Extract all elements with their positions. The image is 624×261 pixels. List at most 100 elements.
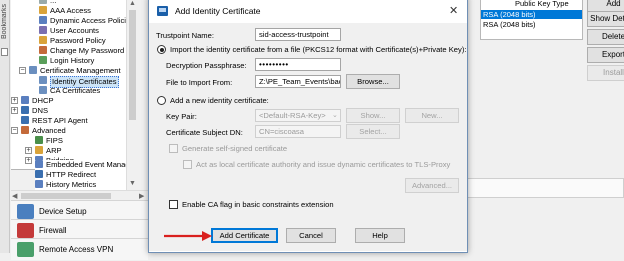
collapse-icon[interactable]: − [19,67,26,74]
advanced-button[interactable]: Advanced... [405,178,459,193]
tree-item-dhcp[interactable]: DHCP [21,96,54,106]
tree-item-identity-certificates[interactable]: Identity Certificates [39,76,119,88]
tree-item-label: HTTP Redirect [46,170,97,179]
expand-icon[interactable]: + [25,157,32,164]
key-pair-select[interactable]: <Default-RSA-Key> [255,109,341,122]
trustpoint-label: Trustpoint Name: [156,31,214,40]
tree-item-user-accounts[interactable]: User Accounts [39,26,99,36]
close-icon[interactable]: ✕ [449,4,458,17]
add-new-radio-label: Add a new identity certificate: [170,96,269,105]
tree-item-label: Certificate Management [40,66,121,75]
expand-icon[interactable]: + [25,147,32,154]
navigation-tree: ... AAA Access Dynamic Access Policies U… [11,0,137,170]
certificate-window-icon [157,6,168,16]
cancel-button[interactable]: Cancel [286,228,336,243]
tree-item-history-metrics[interactable]: History Metrics [35,180,135,190]
bookmarks-toggle-icon[interactable] [1,48,8,56]
scroll-thumb[interactable] [21,193,111,199]
delete-button[interactable]: Delete [587,29,624,45]
tree-item-login-history[interactable]: Login History [39,56,94,66]
column-header-public-key-type[interactable]: Public Key Type [481,0,582,9]
key-pair-label: Key Pair: [166,112,197,121]
tree-item-certificate-management[interactable]: Certificate Management [29,66,121,76]
tree-item-fips[interactable]: FIPS [35,136,63,146]
subject-dn-label: Certificate Subject DN: [166,128,243,137]
tree-item-label: FIPS [46,136,63,145]
tree-item-dynamic-access-policies[interactable]: Dynamic Access Policies [39,16,134,26]
table-row[interactable]: RSA (2048 bits) [481,20,582,29]
bridge-icon [35,156,43,164]
tree-item-change-my-password[interactable]: Change My Password [39,46,124,56]
tree-item-dns[interactable]: DNS [21,106,48,116]
tree-item-aaa-access[interactable]: AAA Access [39,6,91,16]
add-certificate-button[interactable]: Add Certificate [211,228,278,243]
tree-item-label: DHCP [32,96,54,105]
scroll-thumb[interactable] [129,10,136,120]
key-icon [39,46,47,54]
help-button[interactable]: Help [355,228,405,243]
tree-item-label: Dynamic Access Policies [50,16,134,25]
aaa-access-icon [39,6,47,14]
tree-item-label: Password Policy [50,36,106,45]
add-identity-certificate-dialog: Add Identity Certificate ✕ Trustpoint Na… [148,0,468,253]
bookmarks-label: Bookmarks [1,4,8,40]
ca-flag-checkbox[interactable] [169,200,178,209]
self-signed-label: Generate self-signed certificate [182,144,288,153]
expand-icon[interactable]: + [11,97,18,104]
import-radio-label: Import the identity certificate from a f… [170,45,467,54]
nav-remote-access-vpn[interactable]: Remote Access VPN [11,238,148,260]
new-button[interactable]: New... [405,108,459,123]
tree-item-label: Change My Password [50,46,125,55]
users-icon [39,26,47,34]
tree-item-label: History Metrics [46,180,97,189]
add-new-certificate-radio[interactable] [157,96,166,105]
scroll-down-icon[interactable]: ▼ [129,180,136,187]
import-file-radio[interactable] [157,45,166,54]
tree-item-http-redirect[interactable]: HTTP Redirect [35,170,135,180]
dhcp-icon [21,96,29,104]
local-ca-checkbox[interactable] [183,160,192,169]
table-row[interactable]: RSA (2048 bits) [481,10,582,19]
tree-item-arp[interactable]: ARP [35,146,62,156]
nav-label: Device Setup [39,207,87,216]
decryption-passphrase-input[interactable]: ••••••••• [255,58,341,71]
scroll-right-icon[interactable]: ▶ [139,192,144,200]
dialog-titlebar[interactable]: Add Identity Certificate ✕ [149,0,467,23]
firewall-icon [17,223,34,238]
tree-vertical-scrollbar[interactable]: ▲ ▼ [126,0,137,190]
ca-flag-label: Enable CA flag in basic constraints exte… [182,200,334,209]
tree-item-rest-api-agent[interactable]: REST API Agent [21,116,88,126]
file-to-import-label: File to Import From: [166,78,233,87]
tree-item-label: AAA Access [50,6,91,15]
tree-node-icon [39,0,47,4]
browse-button[interactable]: Browse... [346,74,400,89]
device-setup-icon [17,204,34,219]
trustpoint-name-input[interactable]: sid-access-trustpoint [255,28,341,41]
show-details-button[interactable]: Show Details [587,11,624,27]
install-button[interactable]: Install [587,65,624,81]
expand-icon[interactable]: + [11,107,18,114]
subject-dn-input[interactable]: CN=ciscoasa [255,125,341,138]
show-button[interactable]: Show... [346,108,400,123]
select-button[interactable]: Select... [346,124,400,139]
self-signed-checkbox[interactable] [169,144,178,153]
scroll-left-icon[interactable]: ◀ [12,192,17,200]
tree-item-label: CA Certificates [50,86,101,95]
file-path-input[interactable]: Z:\PE_Team_Events\backup\PW- [255,75,341,88]
tree-item-ca-certificates[interactable]: CA Certificates [39,86,100,96]
certificates-table: Public Key Type RSA (2048 bits) RSA (204… [480,0,583,40]
collapse-icon[interactable]: − [11,127,18,134]
tree-item-label: ARP [46,146,62,155]
scroll-up-icon[interactable]: ▲ [129,0,136,7]
tree-item-bridging[interactable]: Bridging [35,156,74,166]
tree-item-password-policy[interactable]: Password Policy [39,36,106,46]
policy-icon [39,16,47,24]
export-button[interactable]: Export [587,47,624,63]
history-icon [39,56,47,64]
bookmarks-strip[interactable]: Bookmarks [0,0,10,253]
arp-icon [35,146,43,154]
tree-item-advanced[interactable]: Advanced [21,126,66,136]
advanced-folder-icon [21,126,29,134]
tree-horizontal-scrollbar[interactable]: ◀ ▶ [11,190,148,200]
metrics-icon [35,180,43,188]
